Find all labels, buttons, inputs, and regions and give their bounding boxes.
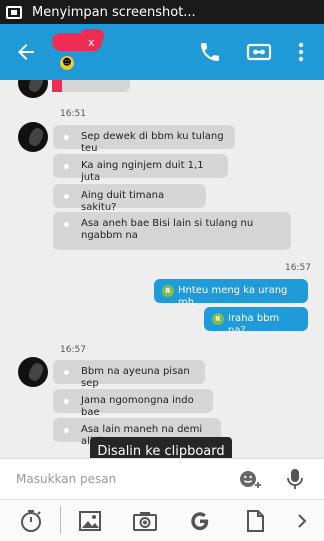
- screenshot-icon: [6, 5, 22, 19]
- video-call-icon[interactable]: [246, 40, 272, 64]
- message-text: Hnteu meng ka urang mh: [178, 285, 288, 308]
- message-text: Sep dewek di bbm ku tulang teu: [81, 131, 224, 154]
- contact-name[interactable]: x: [88, 36, 95, 49]
- timer-icon[interactable]: [18, 508, 44, 534]
- divider: [60, 506, 61, 534]
- app-bar: x ☻: [0, 24, 324, 80]
- file-icon[interactable]: [242, 508, 268, 534]
- timestamp: 16:51: [60, 109, 86, 119]
- gallery-icon[interactable]: [77, 508, 103, 534]
- message-text: Ka aing nginjem duit 1,1 juta: [81, 160, 204, 183]
- message-text: Jama ngomongna indo bae: [81, 395, 194, 418]
- incoming-message[interactable]: Sep dewek di bbm ku tulang teu: [53, 125, 235, 154]
- contact-avatar[interactable]: [18, 80, 48, 98]
- timestamp: 16:57: [60, 345, 86, 355]
- bullet-icon: [64, 194, 69, 199]
- contact-avatar[interactable]: [18, 357, 48, 387]
- status-emoji-icon: ☻: [60, 56, 74, 70]
- status-text: Menyimpan screenshot...: [32, 4, 196, 20]
- google-search-icon[interactable]: [187, 508, 213, 534]
- message-text: Bbm na ayeuna pisan sep: [81, 366, 190, 389]
- microphone-icon[interactable]: [286, 467, 304, 491]
- message-text: Iraha bbm na?: [228, 313, 280, 336]
- message-composer: [0, 458, 324, 499]
- incoming-message[interactable]: Bbm na ayeuna pisan sep: [53, 360, 205, 389]
- chat-area[interactable]: 16:51 Sep dewek di bbm ku tulang teu Ka …: [0, 80, 324, 452]
- red-sticker: [52, 80, 62, 92]
- incoming-message[interactable]: Ka aing nginjem duit 1,1 juta: [53, 154, 228, 183]
- status-bar: Menyimpan screenshot...: [0, 0, 324, 24]
- read-indicator-icon: R: [212, 313, 224, 325]
- attachment-toolbar: [0, 499, 324, 541]
- emoji-add-icon[interactable]: [238, 467, 262, 491]
- message-input[interactable]: [14, 467, 228, 491]
- chevron-right-icon[interactable]: [292, 508, 312, 534]
- outgoing-message[interactable]: R Iraha bbm na?: [204, 307, 308, 336]
- camera-icon[interactable]: [132, 508, 158, 534]
- phone-icon[interactable]: [198, 40, 222, 64]
- back-arrow-icon[interactable]: [12, 40, 40, 64]
- message-text: Asa aneh bae Bisi lain si tulang nu ngab…: [81, 218, 254, 241]
- incoming-message[interactable]: Asa aneh bae Bisi lain si tulang nu ngab…: [53, 212, 291, 250]
- previous-message-partial: [52, 80, 130, 92]
- outgoing-message[interactable]: R Hnteu meng ka urang mh: [154, 279, 308, 308]
- read-indicator-icon: R: [162, 285, 174, 297]
- more-vert-icon[interactable]: [294, 40, 308, 64]
- incoming-message[interactable]: Aing duit timana sakitu?: [53, 184, 206, 213]
- message-text: Aing duit timana sakitu?: [81, 190, 165, 213]
- bullet-icon: [64, 222, 69, 227]
- incoming-message[interactable]: Jama ngomongna indo bae: [53, 389, 213, 418]
- bullet-icon: [64, 399, 69, 404]
- timestamp: 16:57: [285, 263, 311, 273]
- bullet-icon: [64, 370, 69, 375]
- bullet-icon: [64, 428, 69, 433]
- bullet-icon: [64, 135, 69, 140]
- contact-avatar[interactable]: [18, 122, 48, 152]
- bullet-icon: [64, 164, 69, 169]
